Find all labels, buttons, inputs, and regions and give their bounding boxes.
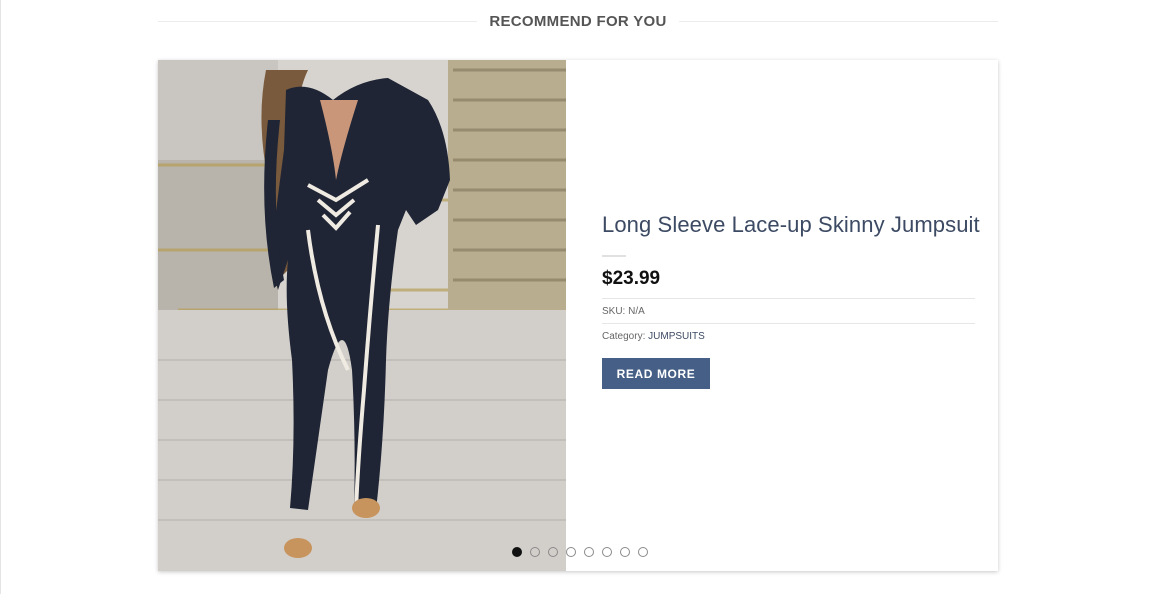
page-border <box>0 0 1 594</box>
category-row: Category: JUMPSUITS <box>602 331 705 342</box>
header-divider-right <box>678 20 998 22</box>
sku-value: N/A <box>628 306 645 317</box>
carousel-dot[interactable] <box>584 547 594 557</box>
product-title[interactable]: Long Sleeve Lace-up Skinny Jumpsuit <box>602 212 980 238</box>
product-details: Long Sleeve Lace-up Skinny Jumpsuit $23.… <box>566 60 998 571</box>
header-divider-left <box>158 20 478 22</box>
recommendation-section: RECOMMEND FOR YOU Long Sleeve Lace-up Sk… <box>0 0 1176 594</box>
meta-divider-bottom <box>602 323 975 324</box>
meta-divider-top <box>602 298 975 299</box>
product-price: $23.99 <box>602 268 661 289</box>
product-card: Long Sleeve Lace-up Skinny Jumpsuit $23.… <box>158 60 998 571</box>
carousel-dot[interactable] <box>548 547 558 557</box>
title-divider <box>602 255 626 257</box>
category-link[interactable]: JUMPSUITS <box>648 331 705 342</box>
carousel-pagination <box>512 547 648 557</box>
sku-row: SKU: N/A <box>602 306 645 317</box>
section-title: RECOMMEND FOR YOU <box>489 12 667 30</box>
carousel-dot[interactable] <box>602 547 612 557</box>
sku-label: SKU: <box>602 306 626 317</box>
section-header: RECOMMEND FOR YOU <box>158 8 998 34</box>
product-image[interactable] <box>158 60 566 571</box>
read-more-button[interactable]: READ MORE <box>602 358 710 389</box>
carousel-dot[interactable] <box>530 547 540 557</box>
product-photo <box>158 60 566 571</box>
category-label: Category: <box>602 331 646 342</box>
carousel-dot[interactable] <box>638 547 648 557</box>
carousel-dot[interactable] <box>566 547 576 557</box>
carousel-dot[interactable] <box>512 547 522 557</box>
carousel-dot[interactable] <box>620 547 630 557</box>
